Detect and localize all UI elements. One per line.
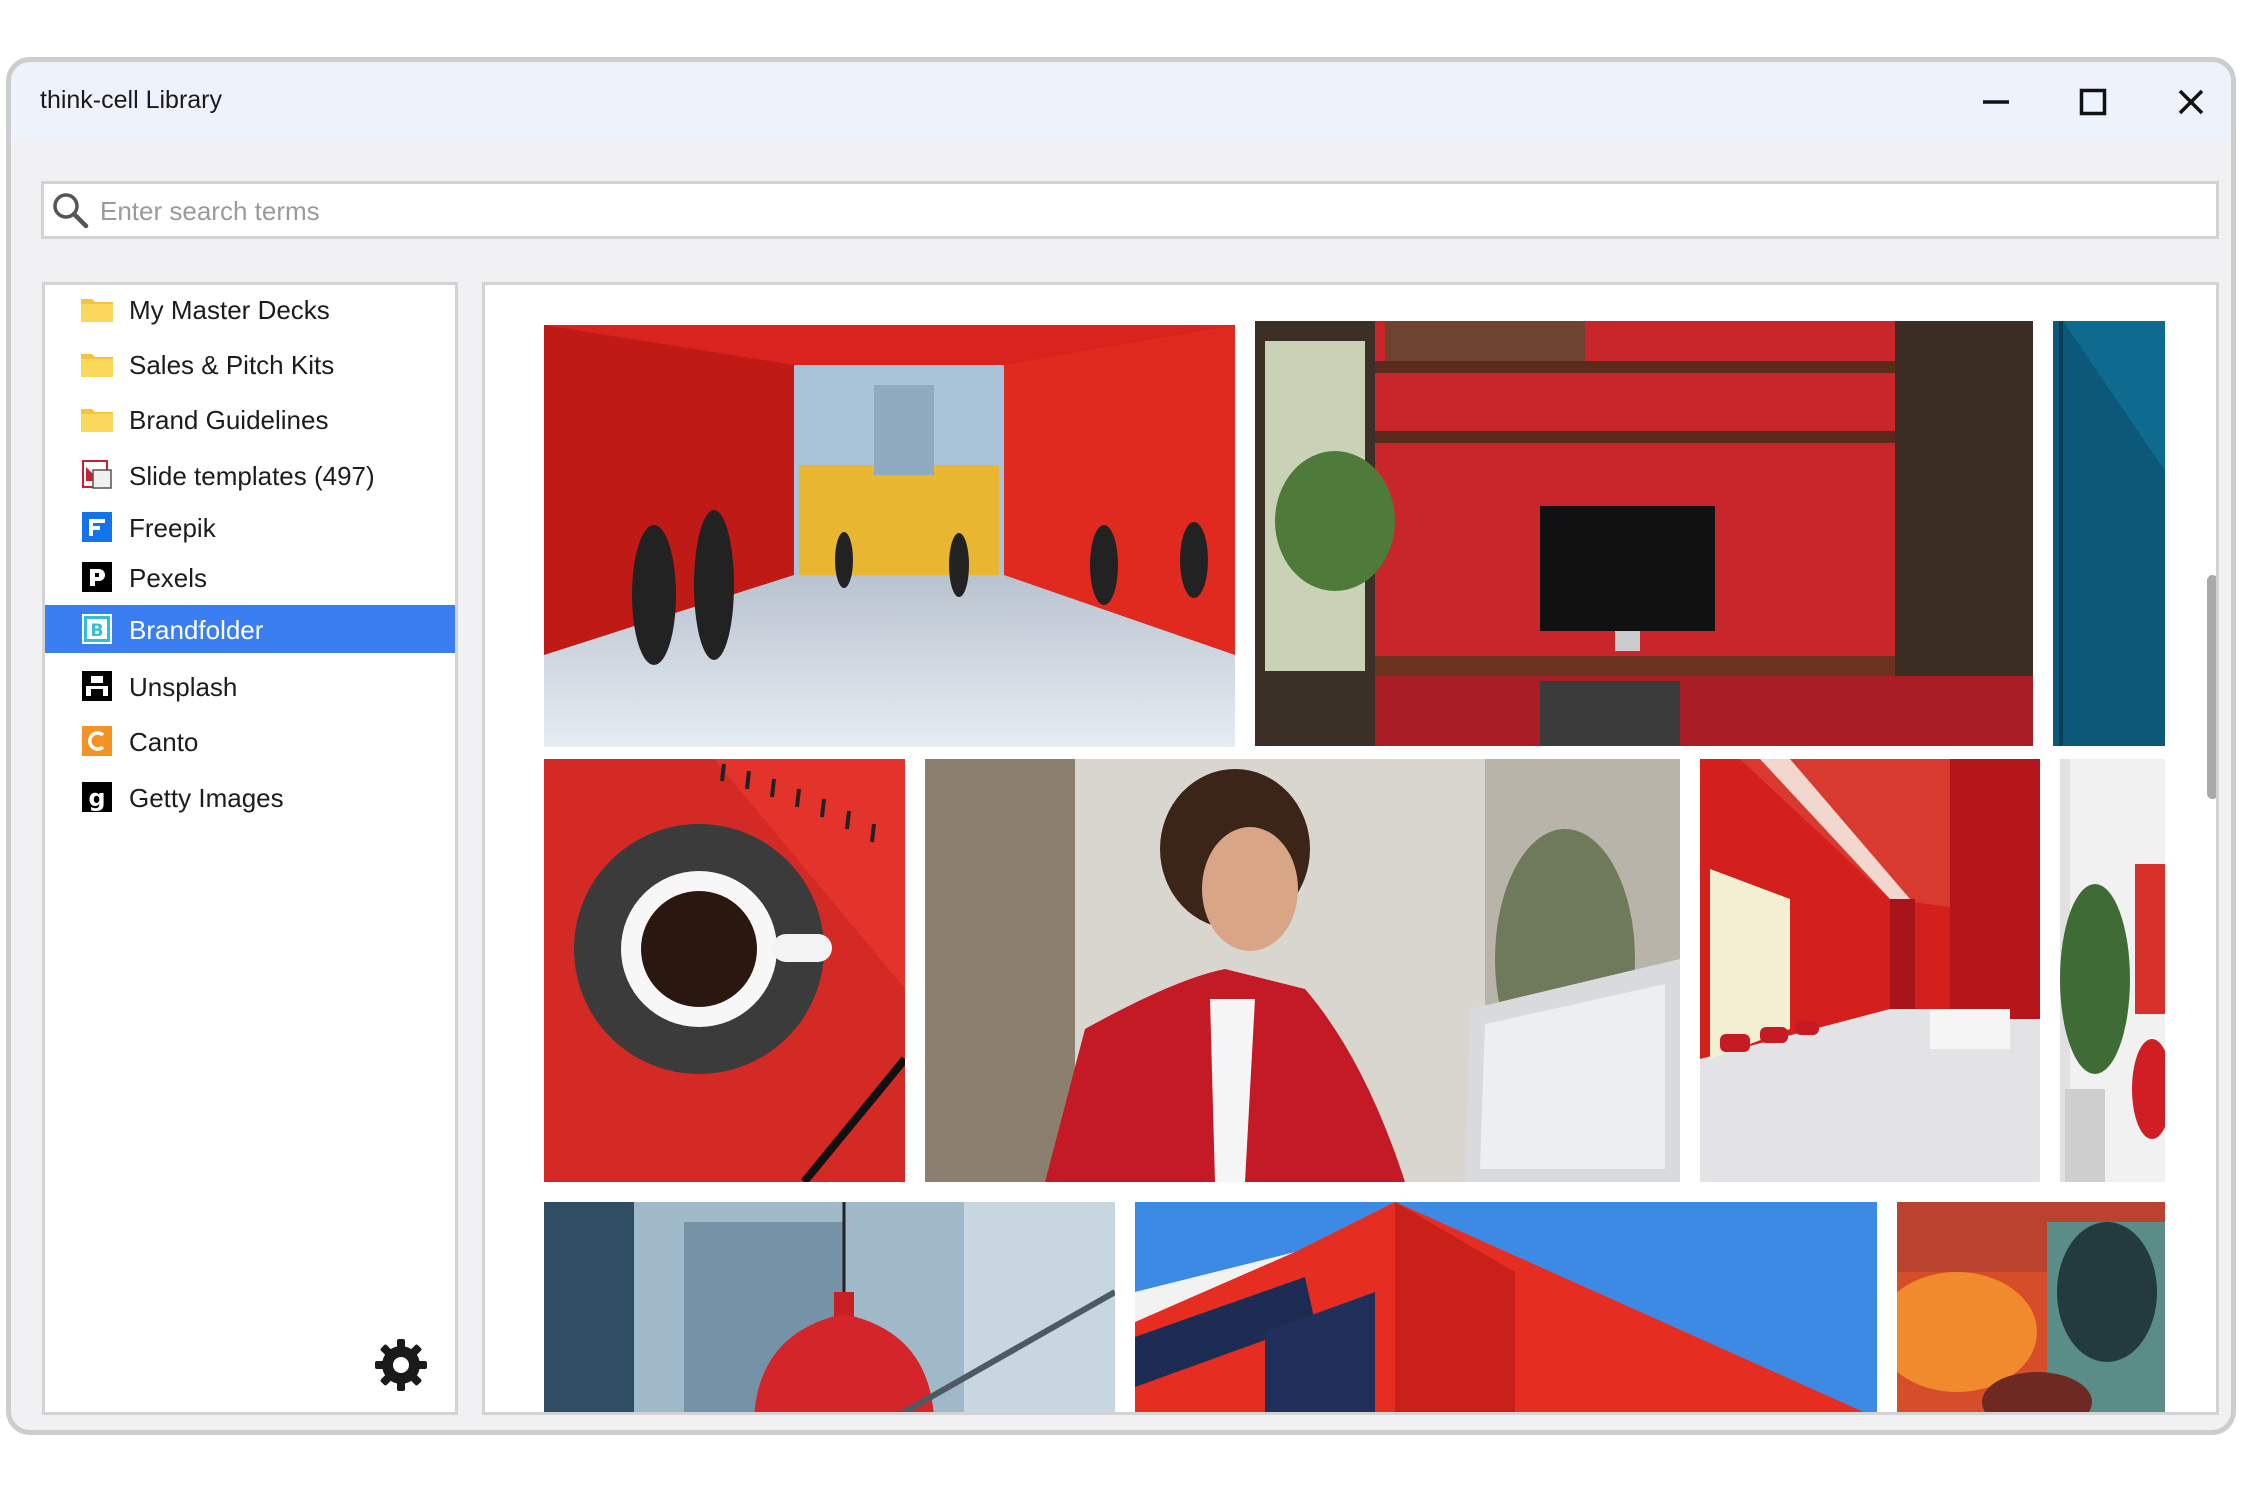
svg-text:g: g [88, 784, 105, 812]
coffee-notebook-image[interactable] [544, 759, 905, 1182]
freepik-icon [82, 512, 112, 542]
sidebar-item-freepik[interactable]: Freepik [45, 503, 455, 551]
blue-wall-image[interactable] [2053, 321, 2165, 746]
white-office-plant-image[interactable] [2060, 759, 2165, 1182]
sidebar-item-label: Unsplash [129, 672, 238, 702]
sidebar-item-label: Slide templates (497) [129, 461, 375, 491]
woman-red-blazer-laptop-image[interactable] [925, 759, 1680, 1182]
maximize-icon [2079, 88, 2107, 116]
sidebar-item-label: Pexels [129, 563, 208, 593]
title-bar[interactable]: think-cell Library [11, 62, 2231, 140]
minimize-icon [1983, 100, 2009, 104]
sidebar-item-brand-guidelines[interactable]: Brand Guidelines [45, 395, 455, 443]
getty-images-icon: g [82, 782, 112, 812]
image-gallery [482, 282, 2219, 1415]
pexels-icon [82, 562, 112, 592]
sidebar-item-canto[interactable]: Canto [45, 717, 455, 765]
red-lobby-walkers-image[interactable] [544, 325, 1235, 747]
blurred-silhouette-image[interactable] [1897, 1202, 2165, 1412]
slide-templates-icon [82, 460, 112, 489]
sidebar-item-label: My Master Decks [129, 295, 330, 325]
red-pendant-lamp-image[interactable] [544, 1202, 1115, 1412]
sidebar-item-label: Brand Guidelines [129, 405, 329, 435]
sidebar-item-sales-pitch-kits[interactable]: Sales & Pitch Kits [45, 340, 455, 388]
close-icon [2178, 89, 2204, 115]
sidebar-item-label: Canto [129, 727, 199, 757]
maximize-button[interactable] [2069, 78, 2117, 126]
sidebar-item-unsplash[interactable]: Unsplash [45, 662, 455, 710]
close-button[interactable] [2167, 78, 2215, 126]
sidebar-item-label: Getty Images [129, 783, 284, 813]
sidebar-item-label: Brandfolder [129, 615, 264, 645]
svg-text:B: B [91, 621, 104, 641]
sidebar-item-slide-templates[interactable]: Slide templates (497) [45, 451, 455, 499]
sidebar-item-my-master-decks[interactable]: My Master Decks [45, 285, 455, 333]
scrollbar-thumb[interactable] [2207, 575, 2216, 799]
sidebar: My Master Decks Sales & Pitch Kits Brand… [42, 282, 458, 1415]
unsplash-icon [82, 671, 112, 701]
folder-icon [81, 354, 113, 377]
search-bar[interactable] [41, 181, 2219, 239]
sidebar-item-brandfolder[interactable]: B Brandfolder [45, 605, 455, 653]
sidebar-item-pexels[interactable]: Pexels [45, 553, 455, 601]
canto-icon [82, 726, 112, 756]
sidebar-item-getty-images[interactable]: g Getty Images [45, 773, 455, 821]
sidebar-item-label: Sales & Pitch Kits [129, 350, 335, 380]
folder-icon [81, 409, 113, 432]
window-title: think-cell Library [40, 86, 223, 114]
minimize-button[interactable] [1972, 78, 2020, 126]
brandfolder-icon: B [82, 614, 112, 644]
search-icon [53, 193, 89, 229]
folder-icon [81, 299, 113, 322]
red-office-desk-image[interactable] [1255, 321, 2033, 746]
scrollbar-track[interactable] [2199, 285, 2216, 1412]
gear-icon[interactable] [371, 1335, 431, 1395]
sidebar-item-label: Freepik [129, 513, 216, 543]
library-window: think-cell Library Enter search terms My… [6, 57, 2236, 1435]
red-building-sky-image[interactable] [1135, 1202, 1877, 1412]
search-input[interactable] [98, 192, 2202, 230]
red-hallway-interior-image[interactable] [1700, 759, 2040, 1182]
